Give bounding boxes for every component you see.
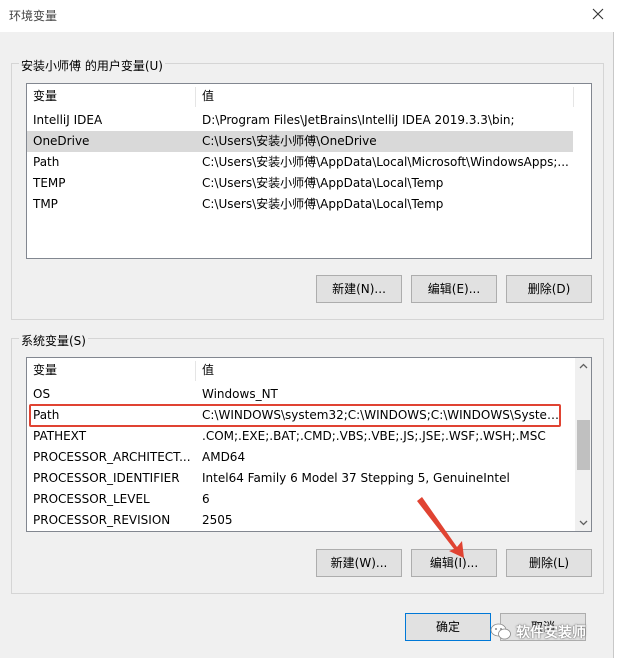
list-item-processor-level[interactable]: PROCESSOR_LEVEL 6 (27, 489, 573, 510)
user-vars-list[interactable]: 变量 值 IntelliJ IDEA D:\Program Files\JetB… (26, 83, 592, 259)
variable-value: C:\Users\安装小师傅\AppData\Local\Microsoft\W… (202, 155, 569, 169)
wechat-icon (490, 623, 511, 640)
list-item-onedrive[interactable]: OneDrive C:\Users\安装小师傅\OneDrive (27, 131, 573, 152)
variable-name: Path (33, 155, 60, 169)
variable-value: Windows_NT (202, 387, 278, 401)
system-vars-list[interactable]: 变量 值 OS Windows_NT Path C:\WINDOWS\syste… (26, 357, 592, 532)
list-item-path[interactable]: Path C:\Users\安装小师傅\AppData\Local\Micros… (27, 152, 591, 173)
list-item-tmp[interactable]: TMP C:\Users\安装小师傅\AppData\Local\Temp (27, 194, 591, 215)
variable-name: PROCESSOR_ARCHITECT... (33, 450, 191, 464)
watermark: 软件安装师 (490, 620, 586, 644)
list-item-processor-revision[interactable]: PROCESSOR_REVISION 2505 (27, 510, 573, 531)
variable-name: PROCESSOR_IDENTIFIER (33, 471, 180, 485)
list-item-temp[interactable]: TEMP C:\Users\安装小师傅\AppData\Local\Temp (27, 173, 591, 194)
variable-value: AMD64 (202, 450, 246, 464)
chevron-up-icon (579, 363, 588, 369)
list-item-intellij[interactable]: IntelliJ IDEA D:\Program Files\JetBrains… (27, 110, 591, 131)
variable-name: PROCESSOR_REVISION (33, 513, 171, 527)
column-header-value[interactable]: 值 (196, 358, 566, 384)
variable-value: C:\Users\安装小师傅\OneDrive (202, 134, 377, 148)
system-delete-button[interactable]: 删除(L) (506, 549, 592, 577)
variable-name: TMP (33, 197, 58, 211)
variable-name: IntelliJ IDEA (33, 113, 103, 127)
system-new-button[interactable]: 新建(W)... (316, 549, 402, 577)
variable-name: OneDrive (33, 134, 90, 148)
variable-name: TEMP (33, 176, 66, 190)
user-delete-button[interactable]: 删除(D) (506, 275, 592, 303)
variable-value: C:\Users\安装小师傅\AppData\Local\Temp (202, 176, 444, 190)
watermark-text: 软件安装师 (516, 625, 586, 641)
list-item-pathext[interactable]: PATHEXT .COM;.EXE;.BAT;.CMD;.VBS;.VBE;.J… (27, 426, 573, 447)
list-item-os[interactable]: OS Windows_NT (27, 384, 573, 405)
scroll-thumb[interactable] (577, 420, 590, 470)
list-header: 变量 值 (27, 358, 573, 384)
user-new-button[interactable]: 新建(N)... (316, 275, 402, 303)
column-divider[interactable] (573, 87, 574, 107)
window-title: 环境变量 (9, 9, 58, 23)
env-vars-dialog: 环境变量 安装小师傅 的用户变量(U) 变量 值 IntelliJ IDEA D… (0, 0, 614, 658)
scroll-up-button[interactable] (575, 358, 591, 375)
variable-value: Intel64 Family 6 Model 37 Stepping 5, Ge… (202, 471, 510, 485)
title-bar: 环境变量 (0, 0, 614, 32)
user-edit-button[interactable]: 编辑(E)... (411, 275, 497, 303)
list-item-processor-identifier[interactable]: PROCESSOR_IDENTIFIER Intel64 Family 6 Mo… (27, 468, 573, 489)
variable-name: OS (33, 387, 51, 401)
system-vars-scrollbar[interactable] (575, 358, 591, 531)
scroll-down-button[interactable] (575, 514, 591, 531)
system-vars-group-label: 系统变量(S) (19, 332, 88, 349)
list-header: 变量 值 (27, 84, 591, 110)
close-icon (592, 8, 604, 20)
column-header-value[interactable]: 值 (196, 84, 576, 110)
column-header-variable[interactable]: 变量 (27, 358, 195, 384)
variable-value: .COM;.EXE;.BAT;.CMD;.VBS;.VBE;.JS;.JSE;.… (202, 429, 546, 443)
variable-name: PATHEXT (33, 429, 87, 443)
variable-value: C:\Users\安装小师傅\AppData\Local\Temp (202, 197, 444, 211)
variable-value: D:\Program Files\JetBrains\IntelliJ IDEA… (202, 113, 515, 127)
variable-name: PROCESSOR_LEVEL (33, 492, 150, 506)
ok-button[interactable]: 确定 (405, 613, 491, 641)
list-item-processor-architecture[interactable]: PROCESSOR_ARCHITECT... AMD64 (27, 447, 573, 468)
close-button[interactable] (582, 0, 614, 30)
chevron-down-icon (579, 520, 588, 526)
user-vars-group-label: 安装小师傅 的用户变量(U) (19, 57, 165, 74)
system-edit-button[interactable]: 编辑(I)... (411, 549, 497, 577)
column-header-variable[interactable]: 变量 (27, 84, 195, 110)
path-row-highlight (29, 404, 561, 427)
variable-value: 2505 (202, 513, 233, 527)
variable-value: 6 (202, 492, 210, 506)
